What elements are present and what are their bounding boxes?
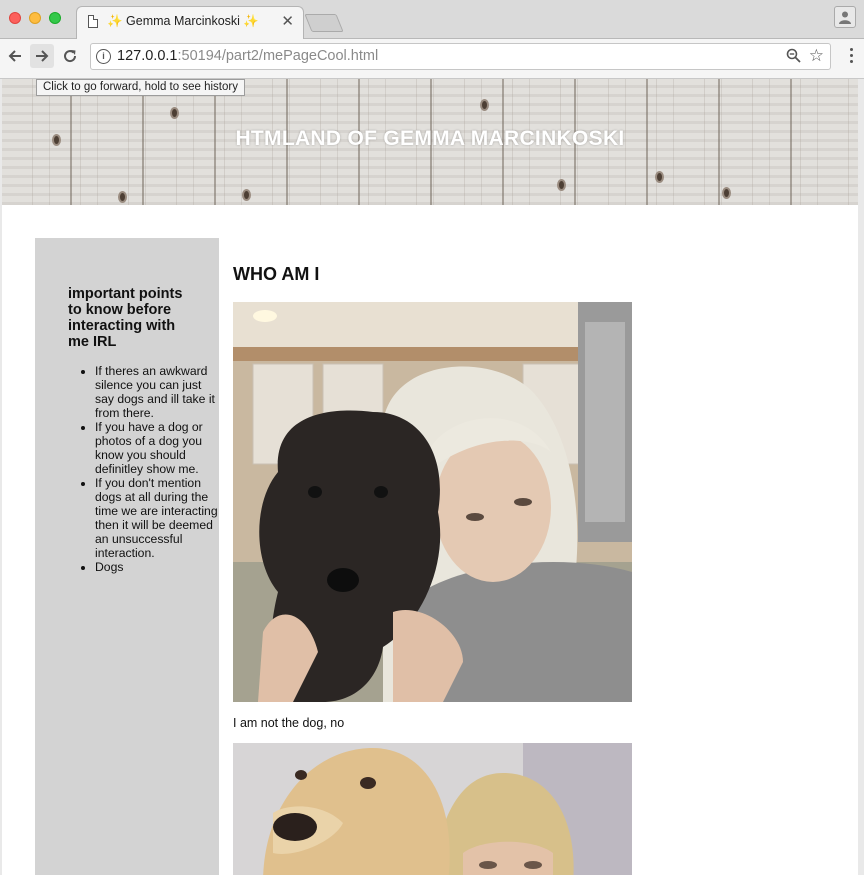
close-tab-icon[interactable]: ✕ <box>281 12 294 30</box>
page: HTMLAND OF GEMMA MARCINKOSKI important p… <box>2 79 858 875</box>
url-text[interactable]: 127.0.0.1:50194/part2/mePageCool.html <box>117 48 378 64</box>
person-icon <box>839 11 851 24</box>
close-window-button[interactable] <box>9 12 21 24</box>
sidebar-heading: important points to know before interact… <box>68 286 183 350</box>
wood-knot <box>480 99 489 111</box>
back-button[interactable] <box>3 44 27 68</box>
minimize-window-button[interactable] <box>29 12 41 24</box>
header-banner: HTMLAND OF GEMMA MARCINKOSKI <box>2 79 858 205</box>
back-arrow-icon <box>8 50 21 62</box>
photo-caption: I am not the dog, no <box>233 716 345 730</box>
list-item: If you don't mention dogs at all during … <box>95 476 223 560</box>
site-info-icon[interactable]: i <box>96 49 111 64</box>
chrome-menu-icon[interactable] <box>850 48 854 66</box>
main-content: WHO AM I I am not the dog, no <box>233 264 653 875</box>
section-heading: WHO AM I <box>233 264 320 284</box>
wood-knot <box>118 191 127 203</box>
reload-icon <box>64 50 77 63</box>
photo-with-golden-dog <box>233 743 632 875</box>
bookmark-star-icon[interactable]: ☆ <box>809 46 824 66</box>
wood-knot <box>242 189 251 201</box>
page-viewport: HTMLAND OF GEMMA MARCINKOSKI important p… <box>0 79 864 875</box>
sidebar: important points to know before interact… <box>35 238 219 875</box>
browser-tab-strip: ✨ Gemma Marcinkoski ✨ ✕ <box>0 0 864 39</box>
maximize-window-button[interactable] <box>49 12 61 24</box>
list-item: If theres an awkward silence you can jus… <box>95 364 223 420</box>
new-tab-button[interactable] <box>304 14 344 32</box>
list-item: If you have a dog or photos of a dog you… <box>95 420 223 476</box>
sidebar-list: If theres an awkward silence you can jus… <box>63 364 223 574</box>
address-bar[interactable]: i 127.0.0.1:50194/part2/mePageCool.html … <box>90 43 831 70</box>
reload-button[interactable] <box>58 44 82 68</box>
wood-knot <box>557 179 566 191</box>
zoom-icon[interactable] <box>786 48 801 68</box>
wood-knot <box>170 107 179 119</box>
tab-title: ✨ Gemma Marcinkoski ✨ <box>107 14 259 28</box>
page-icon <box>88 15 98 28</box>
list-item: Dogs <box>95 560 223 574</box>
wood-knot <box>722 187 731 199</box>
wood-knot <box>655 171 664 183</box>
profile-button[interactable] <box>834 6 856 28</box>
forward-tooltip: Click to go forward, hold to see history <box>36 79 245 96</box>
page-title: HTMLAND OF GEMMA MARCINKOSKI <box>235 127 625 150</box>
browser-toolbar: i 127.0.0.1:50194/part2/mePageCool.html … <box>0 39 864 79</box>
browser-tab[interactable]: ✨ Gemma Marcinkoski ✨ ✕ <box>76 6 304 39</box>
forward-button[interactable] <box>30 44 54 68</box>
photo-with-black-dog <box>233 302 632 702</box>
forward-arrow-icon <box>36 50 49 62</box>
